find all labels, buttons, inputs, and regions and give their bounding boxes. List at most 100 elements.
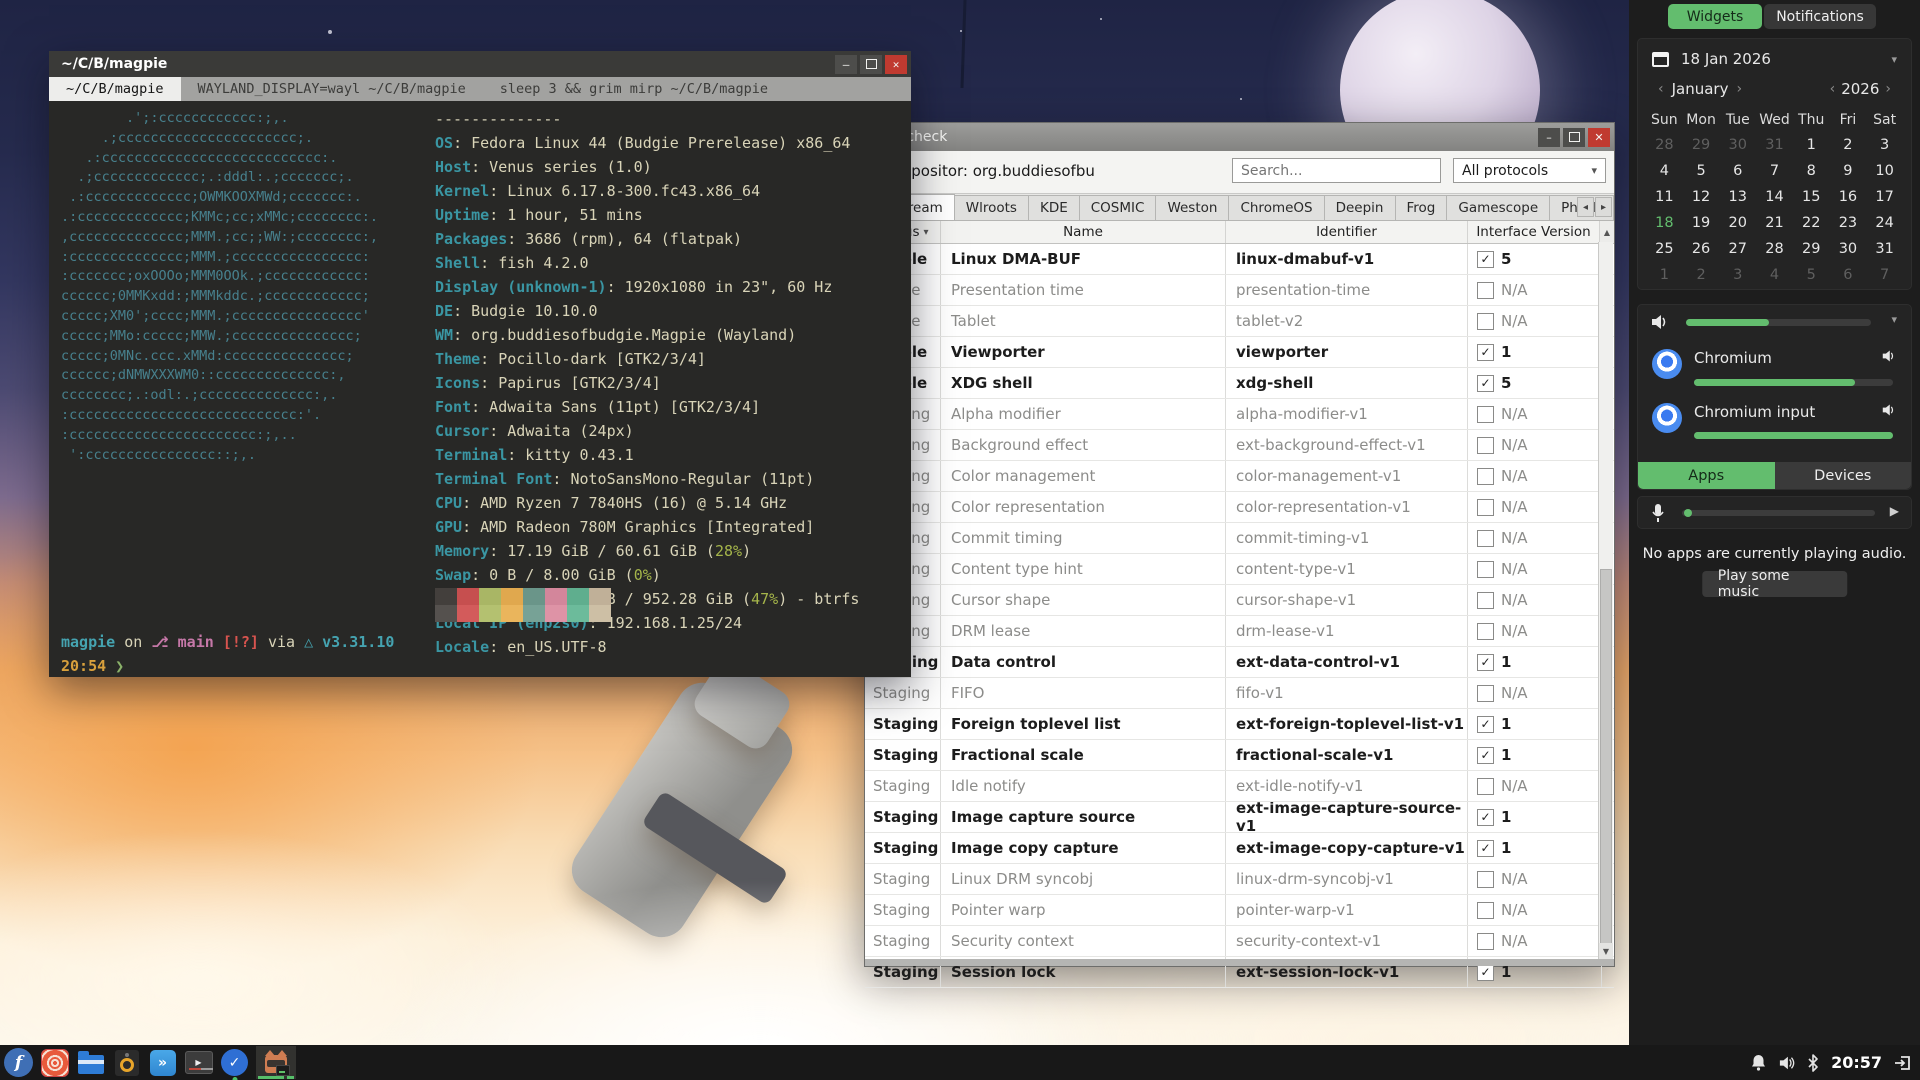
calendar-day[interactable]: 29 (1683, 132, 1720, 158)
calendar-day[interactable]: 2 (1830, 132, 1867, 158)
calendar-day[interactable]: 3 (1866, 132, 1903, 158)
protocol-row[interactable]: StagingLinux DRM syncobjlinux-drm-syncob… (865, 864, 1614, 895)
calendar-day[interactable]: 15 (1793, 184, 1830, 210)
calendar-day[interactable]: 9 (1830, 158, 1867, 184)
terminal-titlebar[interactable]: ~/C/B/magpie – ✕ (49, 51, 911, 77)
mic-volume-slider[interactable] (1682, 510, 1875, 516)
logout-icon[interactable] (1894, 1054, 1912, 1072)
calendar-day[interactable]: 14 (1756, 184, 1793, 210)
calendar-day[interactable]: 1 (1646, 262, 1683, 288)
calendar-day[interactable]: 10 (1866, 158, 1903, 184)
task-app-icon[interactable]: ✓ (220, 1048, 249, 1077)
calendar-day[interactable]: 3 (1719, 262, 1756, 288)
protocol-row[interactable]: StableLinux DMA-BUFlinux-dmabuf-v1✓5 (865, 244, 1614, 275)
calendar-day[interactable]: 20 (1719, 210, 1756, 236)
maximize-button[interactable] (860, 55, 882, 74)
next-month-icon[interactable]: › (1730, 81, 1748, 97)
calendar-day[interactable]: 19 (1683, 210, 1720, 236)
tab-scroll-right-icon[interactable]: ▸ (1595, 197, 1612, 217)
calendar-day[interactable]: 24 (1866, 210, 1903, 236)
protocol-checkbox[interactable] (1477, 468, 1494, 485)
terminal-body[interactable]: .';:cccccccccccc:;,. .;ccccccccccccccccc… (49, 101, 911, 677)
notifications-bell-icon[interactable] (1750, 1054, 1767, 1071)
calendar-day[interactable]: 7 (1866, 262, 1903, 288)
calendar-day[interactable]: 31 (1756, 132, 1793, 158)
calendar-day[interactable]: 31 (1866, 236, 1903, 262)
protocol-checkbox[interactable]: ✓ (1477, 809, 1494, 826)
protocol-checkbox[interactable] (1477, 871, 1494, 888)
vertical-scrollbar[interactable]: ▼ (1598, 242, 1613, 959)
tab-widgets[interactable]: Widgets (1668, 4, 1762, 29)
terminal-tab[interactable]: WAYLAND_DISPLAY=wayl ~/C/B/magpie (181, 77, 483, 101)
scrollbar-thumb[interactable] (1600, 569, 1612, 946)
protocol-row[interactable]: StagingImage copy captureext-image-copy-… (865, 833, 1614, 864)
protocol-checkbox[interactable]: ✓ (1477, 716, 1494, 733)
protocol-checkbox[interactable] (1477, 437, 1494, 454)
protocol-checkbox[interactable] (1477, 530, 1494, 547)
protocol-filter-dropdown[interactable]: All protocols ▾ (1453, 158, 1606, 183)
column-header-version[interactable]: Interface Version (1468, 221, 1600, 243)
media-player-icon[interactable]: ▶ (184, 1048, 213, 1077)
calendar-day[interactable]: 26 (1683, 236, 1720, 262)
calendar-day[interactable]: 22 (1793, 210, 1830, 236)
compositor-tab[interactable]: COSMIC (1079, 195, 1157, 220)
prev-year-icon[interactable]: ‹ (1824, 81, 1842, 97)
window-titlebar[interactable]: wlcheck – ✕ (865, 123, 1614, 151)
minimize-button[interactable]: – (835, 55, 857, 74)
calendar-day[interactable]: 5 (1793, 262, 1830, 288)
search-input[interactable] (1232, 158, 1441, 183)
protocol-row[interactable]: StablePresentation timepresentation-time… (865, 275, 1614, 306)
protocol-row[interactable]: StagingImage capture sourceext-image-cap… (865, 802, 1614, 833)
protocol-row[interactable]: StagingContent type hintcontent-type-v1N… (865, 554, 1614, 585)
protocol-row[interactable]: StagingIdle notifyext-idle-notify-v1N/A (865, 771, 1614, 802)
calendar-day[interactable]: 23 (1830, 210, 1867, 236)
protocol-checkbox[interactable] (1477, 592, 1494, 609)
calendar-day[interactable]: 16 (1830, 184, 1867, 210)
compositor-tab[interactable]: Wlroots (954, 195, 1029, 220)
protocol-checkbox[interactable]: ✓ (1477, 344, 1494, 361)
protocol-checkbox[interactable] (1477, 313, 1494, 330)
protocol-row[interactable]: StableTablettablet-v2N/A (865, 306, 1614, 337)
terminal-tab[interactable]: sleep 3 && grim mirp ~/C/B/magpie (483, 77, 785, 101)
column-header-name[interactable]: Name (941, 221, 1226, 243)
protocol-row[interactable]: StagingDRM leasedrm-lease-v1N/A (865, 616, 1614, 647)
protocol-checkbox[interactable] (1477, 561, 1494, 578)
protocol-checkbox[interactable]: ✓ (1477, 251, 1494, 268)
compositor-tab[interactable]: Gamescope (1446, 195, 1550, 220)
protocol-checkbox[interactable]: ✓ (1477, 840, 1494, 857)
calendar-day[interactable]: 25 (1646, 236, 1683, 262)
maximize-button[interactable] (1563, 128, 1585, 147)
calendar-day[interactable]: 30 (1830, 236, 1867, 262)
protocol-checkbox[interactable] (1477, 499, 1494, 516)
calendar-day[interactable]: 13 (1719, 184, 1756, 210)
calendar-day[interactable]: 28 (1756, 236, 1793, 262)
scrollbar-up-icon[interactable]: ▲ (1600, 221, 1614, 243)
scrollbar-down-icon[interactable]: ▼ (1599, 943, 1613, 959)
protocol-row[interactable]: StagingForeign toplevel listext-foreign-… (865, 709, 1614, 740)
file-manager-icon[interactable] (76, 1048, 105, 1077)
calendar-day-today[interactable]: 18 (1646, 210, 1683, 236)
clock[interactable]: 20:57 (1831, 1053, 1882, 1072)
close-button[interactable]: ✕ (885, 55, 907, 74)
protocol-checkbox[interactable] (1477, 685, 1494, 702)
protocol-checkbox[interactable]: ✓ (1477, 747, 1494, 764)
protocol-checkbox[interactable] (1477, 902, 1494, 919)
calendar-day[interactable]: 12 (1683, 184, 1720, 210)
protocol-checkbox[interactable]: ✓ (1477, 964, 1494, 981)
compositor-tab[interactable]: Un (1613, 195, 1614, 220)
compositor-tab[interactable]: ChromeOS (1228, 195, 1324, 220)
calendar-day[interactable]: 30 (1719, 132, 1756, 158)
bluetooth-icon[interactable] (1807, 1054, 1819, 1072)
protocol-row[interactable]: StagingAlpha modifieralpha-modifier-v1N/… (865, 399, 1614, 430)
protocol-row[interactable]: StagingData controlext-data-control-v1✓1 (865, 647, 1614, 678)
protocol-row[interactable]: StableXDG shellxdg-shell✓5 (865, 368, 1614, 399)
calendar-day[interactable]: 21 (1756, 210, 1793, 236)
column-header-identifier[interactable]: Identifier (1226, 221, 1468, 243)
protocol-checkbox[interactable] (1477, 623, 1494, 640)
protocol-checkbox[interactable] (1477, 933, 1494, 950)
master-volume-slider[interactable] (1686, 319, 1871, 326)
compositor-tab[interactable]: Weston (1155, 195, 1229, 220)
play-music-button[interactable]: Play some music (1702, 571, 1848, 597)
protocol-checkbox[interactable]: ✓ (1477, 375, 1494, 392)
music-app-icon[interactable] (40, 1048, 69, 1077)
